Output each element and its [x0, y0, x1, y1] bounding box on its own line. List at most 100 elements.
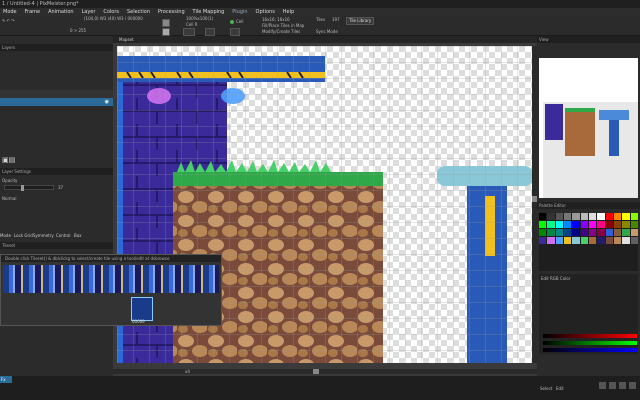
- modify-create-check[interactable]: Modify/Create Tiles: [262, 29, 300, 34]
- palette-swatch[interactable]: [564, 229, 572, 236]
- palette-swatch[interactable]: [572, 229, 580, 236]
- palette-swatch[interactable]: [564, 213, 572, 220]
- palette-swatch[interactable]: [580, 213, 588, 220]
- layer-name: Cell R: [186, 22, 198, 27]
- palette-swatch[interactable]: [605, 237, 613, 244]
- palette-swatch[interactable]: [539, 229, 547, 236]
- palette-swatch[interactable]: [539, 237, 547, 244]
- palette-swatch[interactable]: [630, 213, 638, 220]
- tab-control[interactable]: Control: [56, 232, 70, 239]
- menu-colors[interactable]: Colors: [100, 8, 122, 16]
- tab-mapset[interactable]: Mapset: [113, 36, 537, 43]
- palette-swatch[interactable]: [630, 237, 638, 244]
- tile-library-button[interactable]: Tile Library: [346, 17, 375, 25]
- palette-swatch[interactable]: [547, 221, 555, 228]
- tab-lock-grid[interactable]: Lock Grid: [14, 232, 33, 239]
- menu-bar: Mode Frame Animation Layer Colors Select…: [0, 8, 640, 16]
- tab-mode[interactable]: Mode: [0, 232, 11, 239]
- delete-layer-icon[interactable]: ▤: [9, 156, 16, 164]
- palette-swatch[interactable]: [597, 237, 605, 244]
- background-swatch[interactable]: [162, 28, 170, 36]
- palette-swatch[interactable]: [547, 229, 555, 236]
- palette-swatch[interactable]: [539, 213, 547, 220]
- undo-icon[interactable]: ↶: [7, 18, 10, 23]
- palette-swatch[interactable]: [580, 229, 588, 236]
- menu-animation[interactable]: Animation: [45, 8, 77, 16]
- fill-place-check[interactable]: Fill/Place Tiles in Map: [262, 23, 304, 28]
- palette-swatch[interactable]: [630, 229, 638, 236]
- palette-swatch[interactable]: [605, 221, 613, 228]
- menu-tile-mapping[interactable]: Tile Mapping: [190, 8, 228, 16]
- green-slider[interactable]: [543, 341, 637, 345]
- pencil-icon[interactable]: ✎: [2, 18, 5, 23]
- menu-layer[interactable]: Layer: [78, 8, 98, 16]
- fx-badge[interactable]: Fx: [0, 376, 12, 383]
- palette-swatch[interactable]: [547, 237, 555, 244]
- palette-swatch[interactable]: [539, 221, 547, 228]
- menu-options[interactable]: Options: [253, 8, 278, 16]
- redo-icon[interactable]: ↷: [11, 18, 14, 23]
- palette-swatch[interactable]: [605, 213, 613, 220]
- menu-mode[interactable]: Mode: [0, 8, 20, 16]
- alpha-toggle[interactable]: [205, 28, 215, 36]
- palette-swatch[interactable]: [564, 221, 572, 228]
- palette-swatch[interactable]: [555, 237, 563, 244]
- palette-swatch[interactable]: [547, 213, 555, 220]
- palette-swatch[interactable]: [589, 221, 597, 228]
- menu-selection[interactable]: Selection: [124, 8, 153, 16]
- palette-swatch[interactable]: [555, 213, 563, 220]
- selected-tile[interactable]: [131, 297, 153, 321]
- palette-swatch[interactable]: [572, 213, 580, 220]
- red-slider[interactable]: [543, 334, 637, 338]
- palette-swatch[interactable]: [555, 221, 563, 228]
- palette-swatch[interactable]: [614, 229, 622, 236]
- animation-controls: [599, 382, 636, 389]
- palette-swatch[interactable]: [622, 221, 630, 228]
- mode-toggle[interactable]: [230, 28, 240, 36]
- palette-swatch[interactable]: [564, 237, 572, 244]
- tileset-strip[interactable]: [3, 265, 219, 293]
- preview-view[interactable]: [539, 58, 638, 198]
- palette-grid[interactable]: [539, 213, 638, 271]
- menu-processing[interactable]: Processing: [155, 8, 188, 16]
- menu-help[interactable]: Help: [280, 8, 297, 16]
- menu-plugin[interactable]: Plugin: [229, 8, 250, 16]
- loop-icon[interactable]: [629, 382, 636, 389]
- tab-symmetry[interactable]: Symmetry: [33, 232, 54, 239]
- palette-swatch[interactable]: [614, 221, 622, 228]
- palette-swatch[interactable]: [622, 237, 630, 244]
- palette-swatch[interactable]: [572, 237, 580, 244]
- palette-swatch[interactable]: [614, 237, 622, 244]
- layer-row[interactable]: [0, 90, 113, 98]
- play-icon[interactable]: [609, 382, 616, 389]
- add-layer-icon[interactable]: ▣: [2, 156, 9, 164]
- palette-swatch[interactable]: [580, 237, 588, 244]
- menu-frame[interactable]: Frame: [22, 8, 44, 16]
- visibility-icon[interactable]: ◉: [105, 99, 109, 105]
- palette-swatch[interactable]: [597, 229, 605, 236]
- palette-swatch[interactable]: [597, 213, 605, 220]
- horizontal-scrollbar[interactable]: [113, 369, 537, 374]
- tab-box[interactable]: Box: [74, 232, 81, 239]
- layer-row-selected[interactable]: ◉: [0, 98, 113, 106]
- blue-slider[interactable]: [543, 348, 637, 352]
- palette-swatch[interactable]: [572, 221, 580, 228]
- blend-mode-label: Normal: [2, 196, 17, 201]
- foreground-swatch[interactable]: [162, 19, 170, 27]
- next-frame-icon[interactable]: [619, 382, 626, 389]
- palette-swatch[interactable]: [597, 221, 605, 228]
- palette-swatch[interactable]: [555, 229, 563, 236]
- palette-swatch[interactable]: [605, 229, 613, 236]
- palette-swatch[interactable]: [589, 229, 597, 236]
- palette-swatch[interactable]: [580, 221, 588, 228]
- palette-swatch[interactable]: [630, 221, 638, 228]
- opacity-slider[interactable]: [4, 185, 54, 191]
- prev-frame-icon[interactable]: [599, 382, 606, 389]
- palette-swatch[interactable]: [622, 229, 630, 236]
- palette-swatch[interactable]: [614, 213, 622, 220]
- palette-swatch[interactable]: [589, 237, 597, 244]
- layer-dropdown[interactable]: [183, 28, 195, 36]
- sync-mode-check[interactable]: Sync Mode: [316, 29, 338, 34]
- palette-swatch[interactable]: [622, 213, 630, 220]
- palette-swatch[interactable]: [589, 213, 597, 220]
